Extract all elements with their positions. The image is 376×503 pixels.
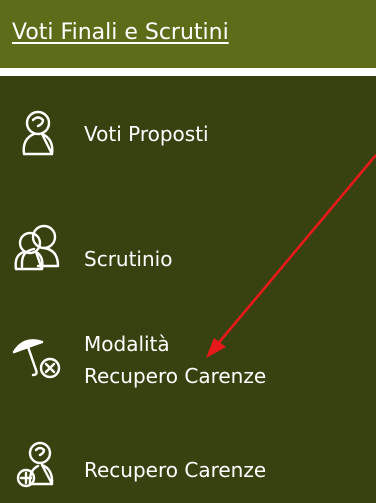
- umbrella-cancel-icon: [10, 330, 64, 384]
- menu-item-label: Voti Proposti: [84, 122, 209, 146]
- menu-item-label: Scrutinio: [84, 247, 173, 271]
- menu-item-label: Recupero Carenze: [84, 458, 267, 482]
- menu-item-label-line1: Modalità: [84, 332, 170, 356]
- menu-item-label-line2: Recupero Carenze: [84, 364, 267, 388]
- menu-item-voti-proposti[interactable]: Voti Proposti: [0, 100, 376, 170]
- section-title-link[interactable]: Voti Finali e Scrutini: [12, 20, 229, 45]
- person-icon: [10, 106, 64, 160]
- section-header: Voti Finali e Scrutini: [0, 0, 376, 68]
- person-add-icon: [10, 438, 64, 492]
- menu-item-modalita-recupero-carenze[interactable]: Modalità Recupero Carenze: [0, 320, 376, 400]
- menu-item-scrutinio[interactable]: Scrutinio: [0, 215, 376, 285]
- people-group-icon: [10, 221, 64, 275]
- header-divider: [0, 68, 376, 76]
- menu-item-recupero-carenze[interactable]: Recupero Carenze: [0, 432, 376, 502]
